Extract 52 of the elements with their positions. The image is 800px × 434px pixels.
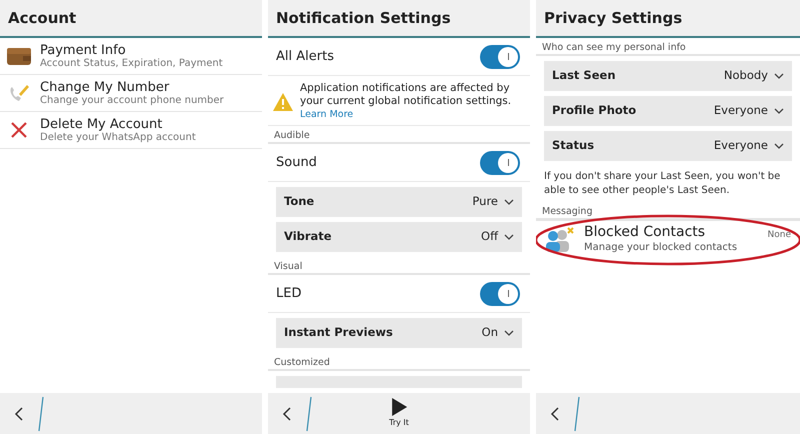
info-text: If you don't share your Last Seen, you won't be able to see other people's Last Seen. bbox=[543, 170, 782, 198]
list-item[interactable]: Delete My Account Delete your WhatsApp account bbox=[0, 112, 262, 149]
section-header: Who can see my personal info bbox=[536, 38, 800, 56]
list-item[interactable]: Change My Number Change your account phone number bbox=[0, 75, 262, 112]
chevron-icon bbox=[504, 330, 514, 336]
list-item[interactable]: Blocked Contacts Manage your blocked contacts None bbox=[536, 220, 800, 258]
dropdown[interactable]: Last Seen Nobody bbox=[544, 61, 792, 91]
dropdown[interactable]: Profile Photo Everyone bbox=[544, 96, 792, 126]
notice-text: Application notifications are affected by your current global notification settings. bbox=[300, 82, 512, 108]
item-title: Change My Number bbox=[40, 80, 170, 94]
item-title: Payment Info bbox=[40, 42, 127, 58]
section-header: Audible bbox=[268, 126, 530, 144]
back-icon bbox=[282, 406, 292, 422]
wallet-icon bbox=[6, 46, 32, 66]
dropdown[interactable]: Vibrate Off bbox=[276, 222, 522, 252]
toggle-switch[interactable] bbox=[480, 282, 520, 306]
dropdown[interactable]: Instant Previews On bbox=[276, 318, 522, 348]
list-item[interactable]: Payment Info Account Status, Expiration, Payment bbox=[0, 38, 262, 75]
try-it-button[interactable]: Try It bbox=[389, 397, 409, 429]
back-icon bbox=[550, 406, 560, 422]
dropdown[interactable]: Tone Pure bbox=[276, 187, 522, 217]
setting-label: Sound bbox=[276, 154, 317, 172]
section-header: Customized bbox=[268, 353, 530, 371]
chevron-icon bbox=[774, 108, 784, 114]
toggle-switch[interactable] bbox=[480, 44, 520, 68]
back-icon bbox=[14, 406, 24, 422]
item-subtitle: Account Status, Expiration, Payment bbox=[40, 58, 223, 70]
chevron-icon bbox=[774, 143, 784, 149]
screen-title: Notification Settings bbox=[268, 0, 530, 38]
section-header: Messaging bbox=[536, 202, 800, 220]
item-subtitle: Delete your WhatsApp account bbox=[40, 132, 196, 144]
blocked-contacts-icon bbox=[544, 226, 576, 252]
section-header: Visual bbox=[268, 257, 530, 275]
item-title: Delete My Account bbox=[40, 116, 164, 132]
chevron-icon bbox=[504, 234, 514, 240]
slash-icon bbox=[38, 396, 44, 432]
item-value: None bbox=[768, 229, 791, 242]
toggle-switch[interactable] bbox=[480, 150, 520, 174]
setting-label: LED bbox=[276, 284, 302, 303]
chevron-icon bbox=[504, 199, 514, 205]
slash-icon bbox=[306, 396, 312, 432]
learn-more-link[interactable]: Learn More bbox=[300, 109, 354, 120]
warning-icon bbox=[272, 92, 294, 112]
item-subtitle: Change your account phone number bbox=[40, 94, 224, 106]
screen-title: Account bbox=[0, 0, 262, 38]
setting-label: All Alerts bbox=[276, 48, 334, 66]
slash-icon bbox=[574, 396, 580, 432]
dropdown[interactable]: Status Everyone bbox=[544, 131, 792, 161]
item-title: Blocked Contacts bbox=[584, 224, 706, 240]
chevron-icon bbox=[774, 73, 784, 79]
screen-title: Privacy Settings bbox=[536, 0, 800, 38]
item-subtitle: Manage your blocked contacts bbox=[584, 241, 738, 255]
